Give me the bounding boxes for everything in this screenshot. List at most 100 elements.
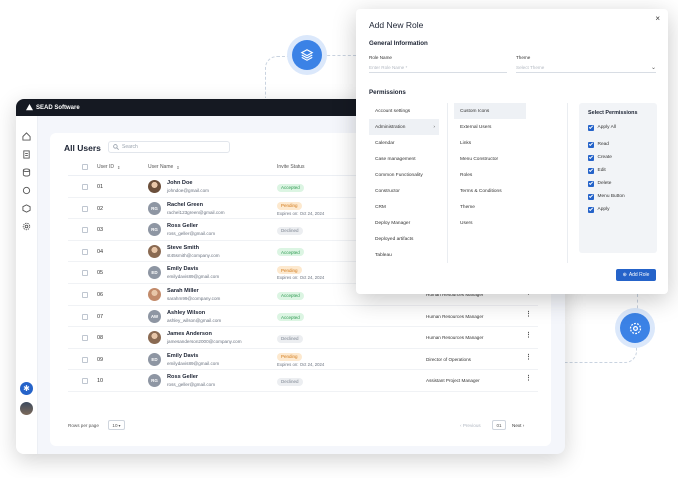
avatar [148, 180, 161, 193]
status-badge: Accepted [277, 313, 304, 322]
permission-category-item[interactable]: CRM [369, 199, 439, 215]
row-checkbox[interactable] [82, 270, 88, 277]
table-row[interactable]: 10 RG Ross Geller ross_geller@gmail.com Decl… [68, 370, 538, 392]
checkbox-checked-icon [588, 168, 594, 174]
expiry-text: Expires on: Oct 24, 2024 [277, 275, 325, 281]
permission-subitem[interactable]: Terms & Conditions [454, 183, 526, 199]
permission-subitem[interactable]: Links [454, 135, 526, 151]
row-checkbox[interactable] [82, 227, 88, 234]
user-role: Human Resources Manager [426, 313, 484, 319]
previous-button[interactable]: ‹ Previous [460, 423, 481, 428]
user-email: rachel123green@gmail.com [167, 209, 225, 215]
add-role-button[interactable]: ⊕ Add Role [616, 269, 656, 281]
permission-subitem[interactable]: Theme [454, 199, 526, 215]
page-number[interactable]: 01 [492, 420, 506, 430]
checkbox-checked-icon [588, 125, 594, 131]
next-button[interactable]: Next › [512, 423, 524, 428]
column-label: User Name [148, 164, 174, 170]
row-checkbox[interactable] [82, 184, 88, 190]
row-checkbox[interactable] [82, 205, 88, 212]
permission-category-item[interactable]: Common Functionality [369, 167, 439, 183]
cube-icon[interactable] [22, 204, 31, 213]
puzzle-icon[interactable] [22, 186, 31, 195]
permission-category-label: Administration [375, 124, 406, 130]
permission-subitem-label: Terms & Conditions [460, 188, 502, 194]
row-checkbox[interactable] [82, 356, 88, 363]
permission-checkbox[interactable]: Apply [588, 207, 610, 213]
permission-checkbox[interactable]: Read [588, 142, 609, 148]
user-email: jamesanderson2000@company.com [167, 339, 242, 345]
avatar: ED [148, 352, 161, 366]
search-input[interactable]: Search [108, 141, 230, 153]
database-icon[interactable] [22, 168, 31, 177]
page-number-value: 01 [496, 422, 502, 428]
permission-checkbox[interactable]: Delete [588, 181, 611, 187]
column-label: User ID [97, 164, 114, 170]
user-email: sarahm99@company.com [167, 296, 221, 301]
permission-checkbox[interactable]: Apply All [588, 125, 616, 131]
user-role: Human Resources Manager [426, 335, 484, 341]
permission-category-label: Constructor [375, 188, 400, 194]
status-badge: Declined [277, 226, 303, 235]
permission-checkbox[interactable]: Menu Button [588, 194, 625, 200]
user-avatar[interactable] [20, 402, 33, 415]
more-options-icon[interactable]: ⋮ [525, 354, 532, 361]
avatar-initials: ED [151, 356, 158, 362]
row-checkbox[interactable] [82, 378, 88, 385]
close-icon[interactable]: × [655, 14, 660, 23]
home-icon[interactable] [22, 132, 31, 141]
column-invite-status[interactable]: Invite Status [277, 164, 305, 170]
table-row[interactable]: 07 AW Ashley Wilson ashley_wilson@gmail.com… [68, 306, 538, 328]
permission-category-item[interactable]: Account settings [369, 103, 439, 119]
permission-subitem[interactable]: Custom Icons [454, 103, 526, 119]
column-user-name[interactable]: User Name ⇕ [148, 164, 180, 170]
settings-icon[interactable] [22, 222, 31, 231]
document-icon[interactable] [22, 150, 31, 159]
permission-checkbox[interactable]: Edit [588, 168, 606, 174]
chevron-right-icon: › [433, 124, 435, 130]
permission-subitem[interactable]: Menu Constructor [454, 151, 526, 167]
row-checkbox[interactable] [82, 292, 88, 298]
row-checkbox[interactable] [82, 313, 88, 320]
permission-category-item[interactable]: Case management [369, 151, 439, 167]
row-checkbox[interactable] [82, 335, 88, 342]
permission-subitem[interactable]: Roles [454, 167, 526, 183]
rows-per-page-select[interactable]: 10 ▾ [108, 420, 125, 430]
brand-name: SEAD Software [36, 104, 80, 111]
connector-line [265, 56, 293, 98]
avatar [148, 331, 161, 345]
theme-label: Theme [516, 55, 531, 60]
permission-subitem-label: Links [460, 140, 472, 146]
theme-select[interactable]: Select Theme ⌄ [516, 62, 656, 73]
table-row[interactable]: 09 ED Emily Davis emilydavis89@gmail.com Pen… [68, 349, 538, 371]
more-options-icon[interactable]: ⋮ [525, 332, 532, 339]
user-id: 05 [97, 270, 104, 277]
column-user-id[interactable]: User ID ⇕ [97, 164, 120, 170]
permission-category-item[interactable]: Tableau [369, 247, 439, 263]
select-all-checkbox[interactable] [82, 164, 88, 170]
permission-label: Create [597, 155, 612, 161]
permission-subitem[interactable]: Users [454, 215, 526, 231]
snowflake-icon[interactable]: ✱ [20, 382, 33, 395]
user-role: Assistant Project Manager [426, 378, 480, 384]
more-options-icon[interactable]: ⋮ [525, 375, 532, 382]
permission-category-item[interactable]: Calendar [369, 135, 439, 151]
role-name-input[interactable]: Enter Role Name * [369, 62, 507, 73]
table-row[interactable]: 08 James Anderson jamesanderson2000@compan… [68, 327, 538, 349]
more-options-icon[interactable]: ⋮ [525, 311, 532, 318]
permission-category-item[interactable]: Administration › [369, 119, 439, 135]
row-checkbox[interactable] [82, 248, 88, 255]
permission-subitem[interactable]: External Users [454, 119, 526, 135]
sort-icon: ⇕ [116, 164, 121, 170]
checkbox-checked-icon [588, 181, 594, 187]
permission-category-item[interactable]: Constructor [369, 183, 439, 199]
permission-category-item[interactable]: Deployed artifacts [369, 231, 439, 247]
sort-icon: ⇕ [176, 164, 180, 170]
permission-checkbox[interactable]: Create [588, 155, 612, 161]
permission-category-item[interactable]: Deploy Manager [369, 215, 439, 231]
connector-line [610, 294, 638, 314]
expiry-text: Expires on: Oct 24, 2024 [277, 210, 325, 216]
divider [567, 103, 568, 263]
permission-category-label: Case management [375, 156, 416, 162]
user-email: johndoe@gmail.com [167, 188, 209, 193]
